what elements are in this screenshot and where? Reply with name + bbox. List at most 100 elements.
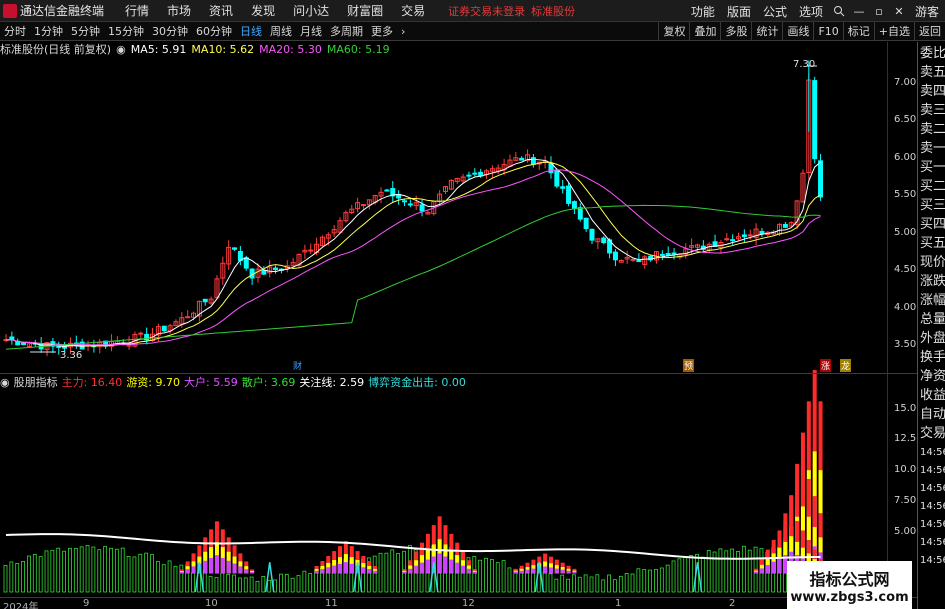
date-tick: 2024年 <box>3 602 39 609</box>
sanhu-bar <box>525 570 529 593</box>
candle-body <box>759 230 765 235</box>
dahu-bar <box>777 558 782 574</box>
side-label[interactable]: 交易 <box>920 426 945 441</box>
indicator-main-value: 主力: 16.40 <box>61 376 123 389</box>
dahu-bar <box>525 569 530 574</box>
dahu-bar <box>414 565 419 574</box>
side-label[interactable]: 委比 <box>920 46 945 61</box>
sanhu-bar <box>372 555 377 593</box>
side-label[interactable]: 涨幅 <box>920 293 945 308</box>
sanhu-bar <box>103 546 108 593</box>
side-label[interactable]: 净资 <box>920 369 945 384</box>
sanhu-bar <box>132 556 137 593</box>
boyi-spike <box>692 562 703 593</box>
sanhu-bar <box>390 549 395 593</box>
ma5-line <box>5 158 821 348</box>
dahu-bar <box>232 563 237 574</box>
sanhu-bar <box>109 547 113 593</box>
candle-body <box>630 258 636 261</box>
dahu-bar <box>244 569 249 574</box>
sanhu-bar <box>689 555 694 593</box>
side-label[interactable]: 卖二 <box>920 122 945 137</box>
sanhu-bar <box>38 556 43 593</box>
side-label[interactable]: 卖四 <box>920 84 945 99</box>
sanhu-bar <box>308 573 313 593</box>
kline-chart[interactable] <box>0 0 917 597</box>
sanhu-bar <box>677 558 682 593</box>
side-label[interactable]: 买四 <box>920 217 945 232</box>
sanhu-bar <box>566 578 570 593</box>
price-tick: 7.00 <box>894 77 917 88</box>
sanhu-bar <box>630 573 635 593</box>
sanhu-bar <box>671 560 676 593</box>
dahu-bar <box>531 568 536 574</box>
candle-body <box>554 169 560 187</box>
high-price-label: 7.30 <box>793 59 816 70</box>
sanhu-bar <box>220 572 225 593</box>
side-label[interactable]: 买二 <box>920 179 945 194</box>
sanhu-bar <box>659 567 664 593</box>
dahu-bar <box>560 569 565 574</box>
sanhu-bar <box>126 556 131 593</box>
side-label[interactable]: 买一 <box>920 160 945 175</box>
side-label[interactable]: 现价 <box>920 255 945 270</box>
dahu-bar <box>759 568 764 574</box>
dahu-bar <box>513 571 518 574</box>
dahu-bar <box>209 557 214 574</box>
dahu-bar <box>191 566 196 574</box>
side-label[interactable]: 卖一 <box>920 141 945 156</box>
candle-body <box>730 239 736 242</box>
sanhu-bar <box>700 556 705 593</box>
side-label[interactable]: 买五 <box>920 236 945 251</box>
sanhu-bar <box>237 577 242 593</box>
candle-body <box>530 157 536 165</box>
sanhu-bar <box>636 568 641 593</box>
sanhu-bar <box>296 575 301 593</box>
event-tag-dragon-tiger[interactable]: 龙 <box>840 359 852 372</box>
candle-body <box>747 234 753 237</box>
button-back[interactable]: 返回 <box>914 22 945 41</box>
side-label[interactable]: 卖五 <box>920 65 945 80</box>
sanhu-bar <box>378 552 383 593</box>
dahu-bar <box>326 567 331 574</box>
candle-body <box>202 298 208 303</box>
candle-body <box>818 160 824 198</box>
side-label[interactable]: 总量 <box>920 312 945 327</box>
sanhu-bar <box>484 557 488 593</box>
indicator-settings-icon[interactable]: ◉ <box>0 376 10 389</box>
candle-body <box>138 332 144 335</box>
candle-body <box>583 217 589 230</box>
sanhu-bar <box>120 547 125 593</box>
candle-body <box>671 252 677 255</box>
date-tick: 1 <box>615 598 622 609</box>
date-tick: 10 <box>205 598 218 609</box>
indicator-youzi-value: 游资: 9.70 <box>126 376 181 389</box>
price-tick: 6.00 <box>894 152 917 163</box>
event-tag-finance[interactable]: 财 <box>292 359 303 372</box>
side-label[interactable]: 自动 <box>920 407 945 422</box>
sanhu-bar <box>44 550 49 593</box>
ma20-line <box>5 169 821 346</box>
sanhu-bar <box>27 555 31 593</box>
side-label[interactable]: 涨跌 <box>920 274 945 289</box>
sanhu-bar <box>618 575 623 593</box>
dahu-bar <box>203 560 208 574</box>
event-tag-limit-up[interactable]: 涨 <box>820 359 832 372</box>
side-label[interactable]: 收益 <box>920 388 945 403</box>
app-window: 通达信金融终端 行情 市场 资讯 发现 问小达 财富圈 交易 证券交易未登录 标… <box>0 0 945 609</box>
side-label[interactable]: 外盘 <box>920 331 945 346</box>
indicator-boyi-value: 博弈资金出击: 0.00 <box>368 376 466 389</box>
dahu-bar <box>220 557 225 574</box>
sanhu-bar <box>730 548 735 593</box>
dahu-bar <box>572 571 577 574</box>
event-tag-forecast[interactable]: 预 <box>683 359 695 372</box>
sanhu-bar <box>85 545 90 593</box>
side-label[interactable]: 买三 <box>920 198 945 213</box>
candle-body <box>384 189 390 192</box>
dahu-bar <box>566 570 571 574</box>
sanhu-bar <box>648 569 652 593</box>
side-label[interactable]: 卖三 <box>920 103 945 118</box>
side-label[interactable]: 换手 <box>920 350 945 365</box>
ma10-line <box>5 161 821 347</box>
user-label[interactable]: 游客 <box>915 3 939 20</box>
